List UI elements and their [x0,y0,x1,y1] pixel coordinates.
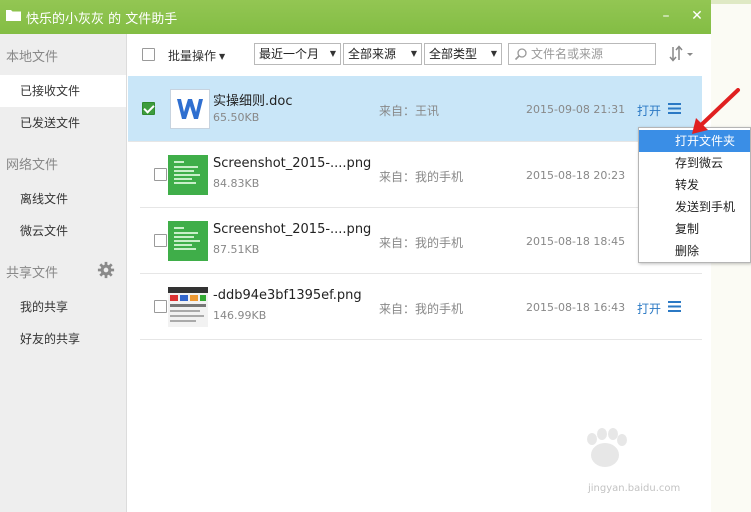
file-source: 来自：王讯 [379,104,440,118]
caret-down-icon: ▼ [219,52,226,61]
more-menu-icon[interactable] [668,301,681,312]
menu-item-delete[interactable]: 删除 [639,240,750,262]
time-filter-dropdown[interactable]: 最近一个月 ▼ [254,43,341,65]
minimize-button[interactable]: – [658,8,674,24]
gear-icon[interactable] [97,261,115,279]
folder-icon [6,10,21,21]
file-size: 87.51KB [213,243,260,256]
row-checkbox[interactable] [142,102,155,115]
search-input[interactable] [531,46,651,62]
sidebar-group-shared: 共享文件 [6,266,59,281]
file-name: Screenshot_2015-....png [213,222,372,237]
bulk-actions-label: 批量操作 [168,49,217,63]
menu-item-send-to-phone[interactable]: 发送到手机 [639,196,750,218]
file-time: 2015-08-18 16:43 [526,301,626,314]
sort-icon[interactable] [668,44,698,64]
sidebar: 本地文件 已接收文件 已发送文件 网络文件 离线文件 微云文件 共享文件 我的共… [0,34,127,512]
watermark-url: jingyan.baidu.com [588,483,681,494]
sidebar-item-friend-shares[interactable]: 好友的共享 [0,323,126,355]
context-menu: 打开文件夹 存到微云 转发 发送到手机 复制 删除 [638,127,751,263]
menu-item-save-to-weiyun[interactable]: 存到微云 [639,152,750,174]
file-row[interactable]: Screenshot_2015-....png 84.83KB 来自：我的手机 … [140,142,702,208]
type-filter-value: 全部类型 [429,47,478,61]
file-size: 146.99KB [213,309,267,322]
row-checkbox[interactable] [154,300,167,313]
close-button[interactable]: ✕ [689,8,705,24]
caret-down-icon: ▼ [329,49,336,58]
open-file-link[interactable]: 打开 [637,300,661,317]
source-filter-value: 全部来源 [348,47,397,61]
window-title: 快乐的小灰灰 的 文件助手 [26,12,178,27]
caret-down-icon: ▼ [410,49,417,58]
search-box[interactable] [508,43,656,65]
time-filter-value: 最近一个月 [259,47,320,61]
file-time: 2015-08-18 18:45 [526,235,626,248]
bulk-actions-button[interactable]: 批量操作 ▼ [168,47,225,64]
open-file-link[interactable]: 打开 [637,102,661,119]
file-name: Screenshot_2015-....png [213,156,372,171]
file-size: 65.50KB [213,111,260,124]
sidebar-item-received[interactable]: 已接收文件 [0,75,126,107]
image-thumbnail-icon [168,221,208,261]
file-row[interactable]: Screenshot_2015-....png 87.51KB 来自：我的手机 … [140,208,702,274]
sidebar-item-my-shares[interactable]: 我的共享 [0,291,126,323]
toolbar: 批量操作 ▼ 最近一个月 ▼ 全部来源 ▼ 全部类型 ▼ [128,34,710,76]
menu-item-forward[interactable]: 转发 [639,174,750,196]
file-time: 2015-08-18 20:23 [526,169,626,182]
background-strip [711,0,751,4]
file-source: 来自：我的手机 [379,302,464,316]
caret-down-icon: ▼ [490,49,497,58]
type-filter-dropdown[interactable]: 全部类型 ▼ [424,43,502,65]
search-icon [514,48,527,61]
sidebar-group-local: 本地文件 [6,50,59,65]
sidebar-group-network: 网络文件 [6,158,59,173]
select-all-checkbox[interactable] [142,48,155,61]
row-checkbox[interactable] [154,168,167,181]
menu-item-copy[interactable]: 复制 [639,218,750,240]
file-source: 来自：我的手机 [379,236,464,250]
file-size: 84.83KB [213,177,260,190]
file-row[interactable]: 实操细则.doc 65.50KB 来自：王讯 2015-09-08 21:31 … [128,76,702,142]
annotation-arrow-icon [692,88,740,134]
more-menu-icon[interactable] [668,103,681,114]
file-row[interactable]: -ddb94e3bf1395ef.png 146.99KB 来自：我的手机 20… [140,274,702,340]
word-doc-icon [170,89,210,129]
sidebar-item-sent[interactable]: 已发送文件 [0,107,126,139]
title-bar[interactable]: 快乐的小灰灰 的 文件助手 – ✕ [0,0,711,34]
row-checkbox[interactable] [154,234,167,247]
source-filter-dropdown[interactable]: 全部来源 ▼ [343,43,422,65]
image-thumbnail-icon [168,287,208,327]
file-source: 来自：我的手机 [379,170,464,184]
sidebar-item-weiyun[interactable]: 微云文件 [0,215,126,247]
image-thumbnail-icon [168,155,208,195]
file-name: 实操细则.doc [213,94,293,109]
file-time: 2015-09-08 21:31 [526,103,626,116]
file-name: -ddb94e3bf1395ef.png [213,288,362,303]
sidebar-item-offline[interactable]: 离线文件 [0,183,126,215]
